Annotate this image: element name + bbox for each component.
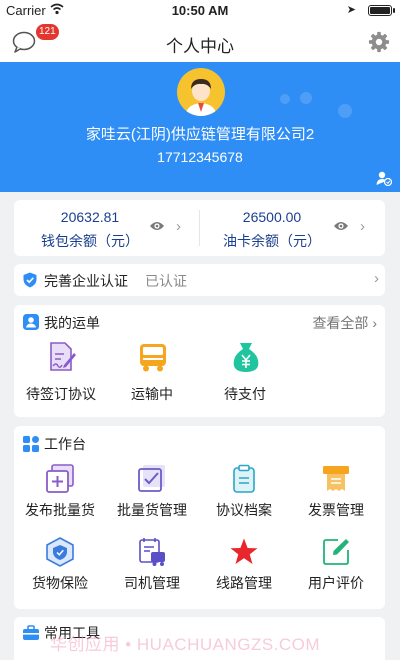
wallet-balance-section[interactable]: 20632.81 钱包余额（元） › <box>14 200 199 256</box>
workbench-item-agreement-file[interactable]: 协议档案 <box>198 464 290 528</box>
company-name: 家哇云(江阴)供应链管理有限公司2 <box>85 126 315 143</box>
workbench-item-label: 发票管理 <box>308 502 364 518</box>
shield-check-icon <box>23 272 37 288</box>
invoice-icon <box>323 466 349 491</box>
user-circle-icon <box>23 314 39 330</box>
enterprise-certification-row[interactable]: 完善企业认证 已认证 › <box>14 264 385 296</box>
wallet-balance-amount: 20632.81 <box>60 209 120 225</box>
truck-icon <box>140 344 166 372</box>
order-item-pending-sign[interactable]: 待签订协议 <box>19 339 103 411</box>
view-all-link[interactable]: 查看全部 › <box>312 313 377 333</box>
nav-bar: 121 个人中心 <box>0 22 400 62</box>
status-bar: Carrier 10:50 AM ➤ <box>0 0 400 22</box>
eye-icon[interactable] <box>333 220 349 232</box>
toolbox-icon <box>23 625 39 640</box>
wallet-card: 20632.81 钱包余额（元） › 26500.00 油卡余额（元） › <box>14 200 385 256</box>
workbench-item-label: 货物保险 <box>32 575 88 591</box>
workbench-item-label: 线路管理 <box>216 575 272 591</box>
my-orders-title: 我的运单 <box>44 315 100 331</box>
workbench-item-insurance[interactable]: 货物保险 <box>14 537 106 601</box>
workbench-item-label: 用户评价 <box>308 575 364 591</box>
order-item-label: 待支付 <box>224 386 266 402</box>
fuel-card-balance-section[interactable]: 26500.00 油卡余额（元） › <box>200 200 385 256</box>
watermark: 华创应用 • HUACHUANGZS.COM <box>50 635 321 654</box>
order-item-label: 运输中 <box>131 386 173 402</box>
workbench-item-label: 发布批量货 <box>25 502 95 518</box>
grid-apps-icon <box>23 436 39 452</box>
eye-icon[interactable] <box>149 220 165 232</box>
avatar-person-icon <box>185 79 217 116</box>
phone-number: 17712345678 <box>157 149 243 165</box>
decor-bubble <box>300 92 312 104</box>
workbench-card: 工作台 发布批量货 批量货管理 协议档案 发票管理 货物保险 司机管理 线路管理… <box>14 426 385 609</box>
order-item-in-transit[interactable]: 运输中 <box>110 339 194 411</box>
workbench-item-user-review[interactable]: 用户评价 <box>290 537 382 601</box>
workbench-item-label: 批量货管理 <box>117 502 187 518</box>
chevron-right-icon: › <box>374 270 379 287</box>
switch-account-icon[interactable] <box>376 170 392 186</box>
driver-manage-icon <box>139 538 165 566</box>
view-all-label: 查看全部 <box>312 315 369 331</box>
battery-icon <box>368 5 392 16</box>
certification-label: 完善企业认证 <box>44 273 128 289</box>
profile-header: 家哇云(江阴)供应链管理有限公司2 17712345678 <box>0 62 400 192</box>
workbench-item-invoice[interactable]: 发票管理 <box>290 464 382 528</box>
sign-contract-icon <box>50 342 76 371</box>
battery-tip <box>393 8 395 13</box>
gear-icon[interactable] <box>368 31 390 53</box>
my-orders-card: 我的运单 查看全部 › 待签订协议 运输中 待支付 <box>14 305 385 417</box>
workbench-item-route-manage[interactable]: 线路管理 <box>198 537 290 601</box>
workbench-item-label: 协议档案 <box>216 502 272 518</box>
chevron-right-icon: › <box>360 218 365 235</box>
workbench-item-label: 司机管理 <box>124 575 180 591</box>
avatar[interactable] <box>177 68 225 116</box>
location-arrow-icon: ➤ <box>346 4 356 16</box>
review-edit-icon <box>323 539 349 565</box>
order-item-pending-payment[interactable]: 待支付 <box>203 339 287 411</box>
route-star-icon <box>230 538 258 564</box>
wallet-balance-label: 钱包余额（元） <box>41 233 139 249</box>
clock: 10:50 AM <box>171 3 229 18</box>
page-title: 个人中心 <box>166 37 234 56</box>
money-bag-icon <box>233 343 259 372</box>
workbench-item-cargo-manage[interactable]: 批量货管理 <box>106 464 198 528</box>
chevron-right-icon: › <box>176 218 181 235</box>
decor-bubble <box>280 94 290 104</box>
workbench-item-driver-manage[interactable]: 司机管理 <box>106 537 198 601</box>
order-item-label: 待签订协议 <box>26 386 96 402</box>
decor-bubble <box>338 104 352 118</box>
insurance-icon <box>46 537 74 567</box>
agreement-file-icon <box>233 464 255 493</box>
publish-cargo-icon <box>46 464 74 493</box>
certification-status: 已认证 <box>145 273 187 289</box>
fuel-card-balance-amount: 26500.00 <box>242 209 302 225</box>
fuel-card-balance-label: 油卡余额（元） <box>223 233 321 249</box>
cargo-manage-icon <box>138 465 165 492</box>
workbench-item-publish-cargo[interactable]: 发布批量货 <box>14 464 106 528</box>
workbench-title: 工作台 <box>44 436 86 452</box>
